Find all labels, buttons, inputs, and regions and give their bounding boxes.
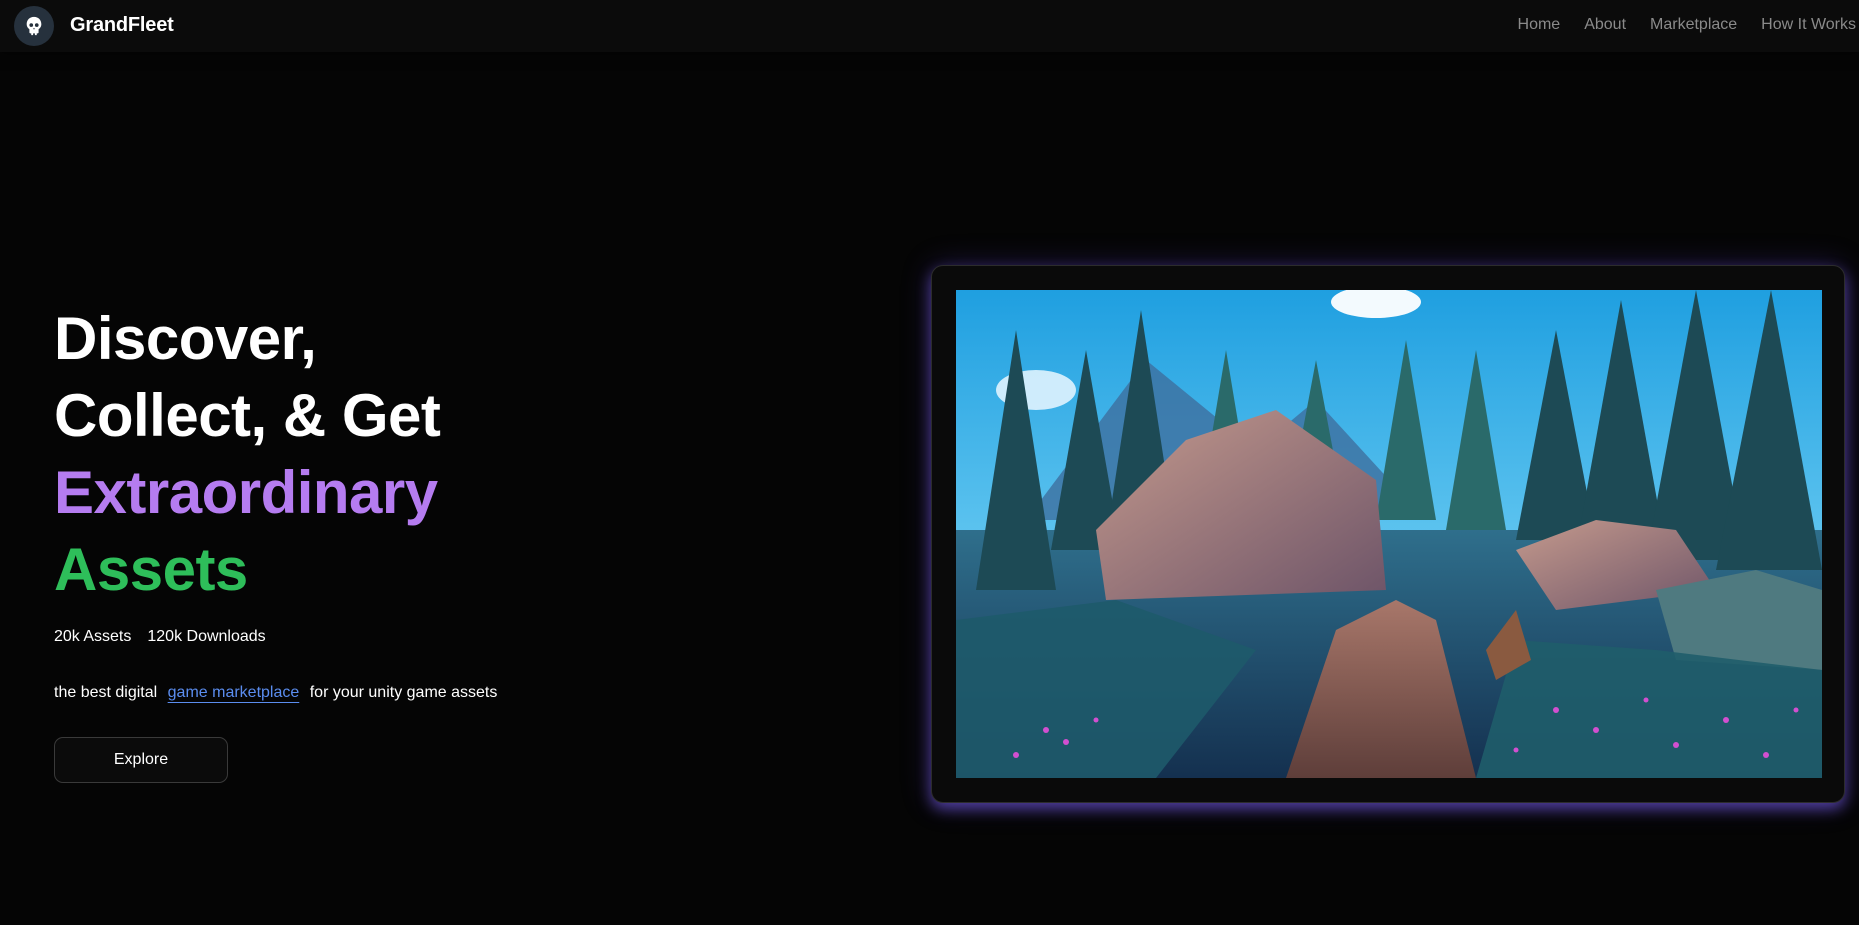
main-nav: Home About Marketplace How It Works — [1518, 16, 1856, 34]
nav-how-it-works[interactable]: How It Works — [1761, 16, 1856, 34]
hero-title: Discover, Collect, & Get Extraordinary A… — [54, 300, 441, 608]
game-marketplace-link[interactable]: game marketplace — [168, 684, 300, 701]
hero-game-scene-image — [956, 290, 1822, 778]
hero-title-line-2: Collect, & Get — [54, 382, 441, 449]
explore-button[interactable]: Explore — [54, 737, 228, 783]
skull-icon — [26, 16, 42, 36]
hero-title-highlight: Extraordinary — [54, 459, 438, 526]
hero-tagline: the best digital game marketplace for yo… — [54, 684, 497, 702]
brand-name[interactable]: GrandFleet — [70, 14, 174, 37]
hero-stats: 20k Assets 120k Downloads — [54, 628, 266, 646]
nav-about[interactable]: About — [1584, 16, 1626, 34]
logo[interactable] — [14, 6, 54, 46]
tagline-before: the best digital — [54, 684, 158, 701]
tagline-after: for your unity game assets — [309, 684, 498, 701]
stat-downloads: 120k Downloads — [147, 628, 266, 645]
hero-image-frame — [931, 265, 1845, 803]
nav-marketplace[interactable]: Marketplace — [1650, 16, 1737, 34]
stat-assets: 20k Assets — [54, 628, 132, 645]
top-navbar: GrandFleet Home About Marketplace How It… — [0, 0, 1859, 52]
hero-title-assets: Assets — [54, 536, 248, 603]
nav-home[interactable]: Home — [1518, 16, 1561, 34]
hero-title-line-1: Discover, — [54, 305, 317, 372]
